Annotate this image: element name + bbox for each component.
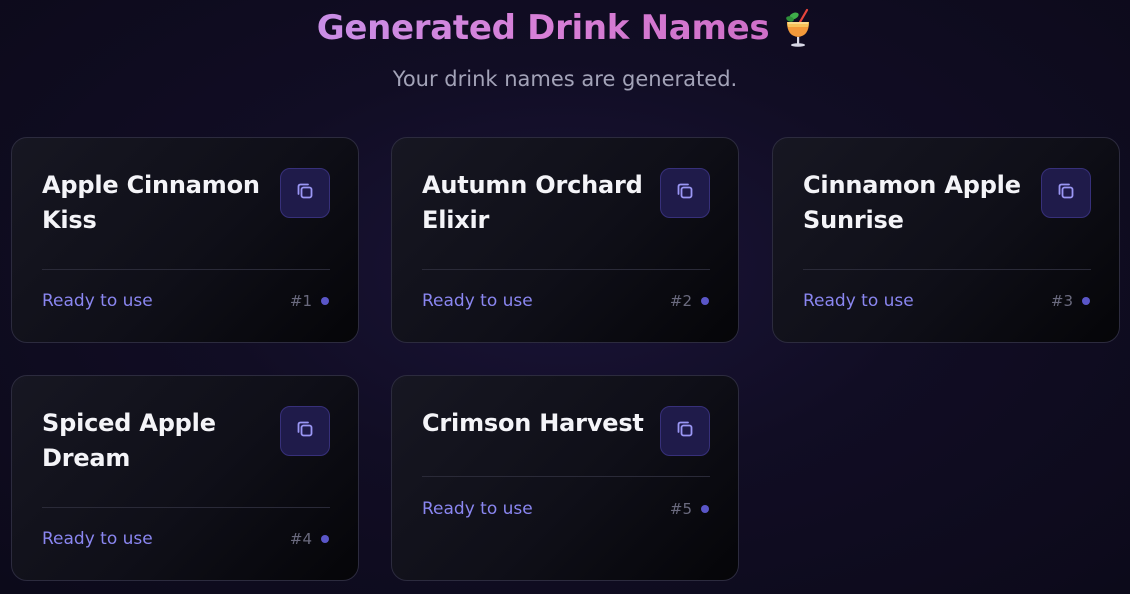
status-label: Ready to use bbox=[42, 291, 153, 311]
copy-button[interactable] bbox=[1041, 168, 1091, 218]
drink-name: Apple Cinnamon Kiss bbox=[42, 171, 260, 234]
index-number: #1 bbox=[289, 292, 312, 310]
card-divider bbox=[42, 507, 330, 508]
status-label: Ready to use bbox=[422, 291, 533, 311]
status-dot bbox=[321, 535, 329, 543]
status-label: Ready to use bbox=[42, 529, 153, 549]
card-index: #5 bbox=[670, 497, 709, 521]
drink-name: Cinnamon Apple Sunrise bbox=[803, 171, 1021, 234]
status-dot bbox=[1082, 297, 1090, 305]
copy-button[interactable] bbox=[280, 406, 330, 456]
index-number: #4 bbox=[289, 530, 312, 548]
drink-card: Crimson Harvest Ready to use #5 bbox=[391, 375, 739, 581]
copy-button[interactable] bbox=[660, 406, 710, 456]
status-dot bbox=[701, 505, 709, 513]
drink-name: Autumn Orchard Elixir bbox=[422, 171, 643, 234]
status-dot bbox=[321, 297, 329, 305]
drink-name: Crimson Harvest bbox=[422, 409, 644, 437]
drink-card: Cinnamon Apple Sunrise Ready to use #3 bbox=[772, 137, 1120, 343]
drink-card: Spiced Apple Dream Ready to use #4 bbox=[11, 375, 359, 581]
card-divider bbox=[42, 269, 330, 270]
card-divider bbox=[803, 269, 1091, 270]
drink-card: Autumn Orchard Elixir Ready to use #2 bbox=[391, 137, 739, 343]
index-number: #5 bbox=[669, 500, 692, 518]
index-number: #2 bbox=[669, 292, 692, 310]
page-subtitle: Your drink names are generated. bbox=[392, 67, 738, 91]
card-index: #3 bbox=[1051, 289, 1090, 313]
copy-button[interactable] bbox=[280, 168, 330, 218]
page-title: Generated Drink Names bbox=[316, 8, 770, 48]
status-label: Ready to use bbox=[422, 499, 533, 519]
card-divider bbox=[422, 269, 710, 270]
card-index: #2 bbox=[670, 289, 709, 313]
copy-icon bbox=[295, 181, 315, 205]
copy-icon bbox=[675, 419, 695, 443]
card-index: #4 bbox=[290, 527, 329, 551]
copy-button[interactable] bbox=[660, 168, 710, 218]
drink-card: Apple Cinnamon Kiss Ready to use #1 bbox=[11, 137, 359, 343]
copy-icon bbox=[675, 181, 695, 205]
drink-name: Spiced Apple Dream bbox=[42, 409, 216, 472]
copy-icon bbox=[295, 419, 315, 443]
tropical-drink-icon bbox=[783, 8, 813, 48]
card-index: #1 bbox=[290, 289, 329, 313]
status-label: Ready to use bbox=[803, 291, 914, 311]
card-divider bbox=[422, 476, 710, 477]
page-header: Generated Drink Names bbox=[0, 6, 1130, 50]
status-dot bbox=[701, 297, 709, 305]
index-number: #3 bbox=[1050, 292, 1073, 310]
copy-icon bbox=[1056, 181, 1076, 205]
